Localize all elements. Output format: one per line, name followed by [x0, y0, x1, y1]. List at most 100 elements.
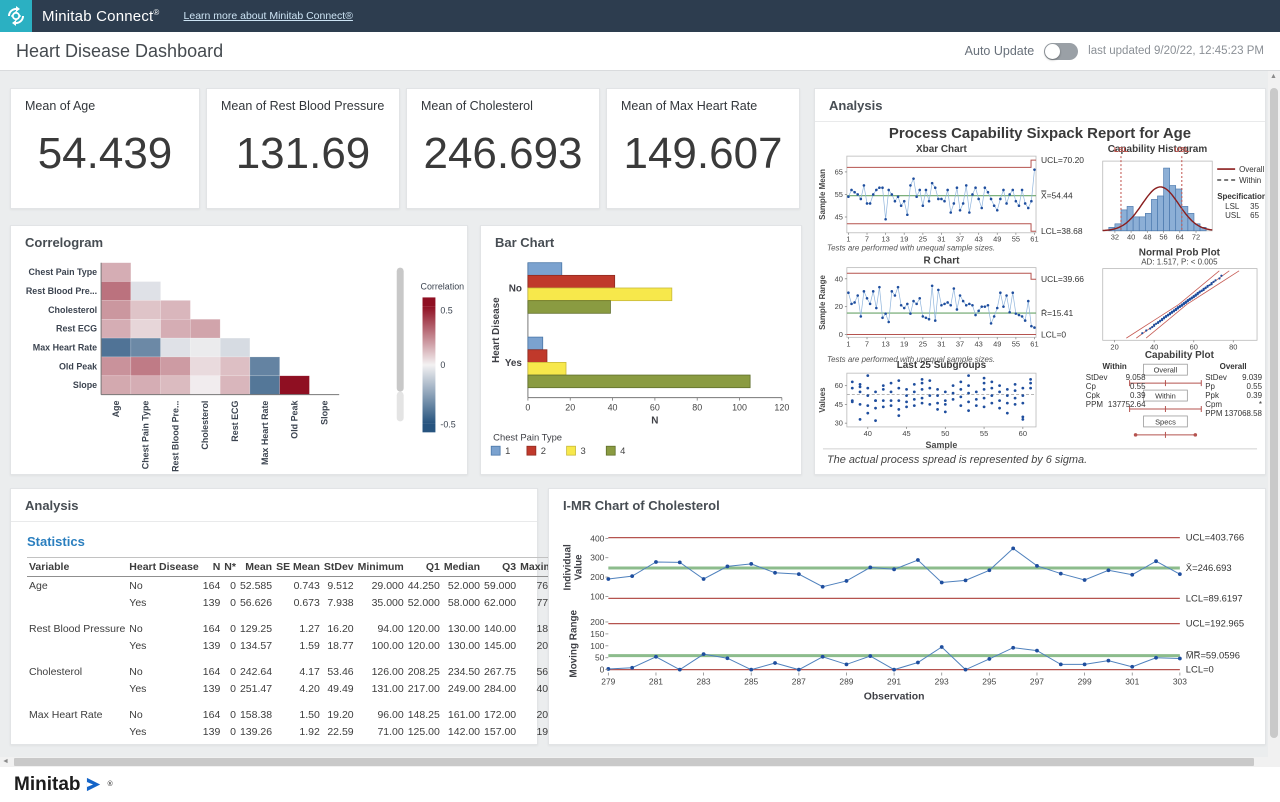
page: Minitab Connect® Learn more about Minita…: [0, 0, 1280, 802]
svg-text:Process Capability Sixpack Rep: Process Capability Sixpack Report for Ag…: [889, 125, 1191, 142]
bar-chart-panel: Bar Chart NoYes020406080100120NHeart Dis…: [480, 225, 802, 475]
learn-more-link[interactable]: Learn more about Minitab Connect®: [184, 10, 353, 22]
svg-text:Rest ECG: Rest ECG: [56, 324, 97, 334]
table-cell: 4.17: [274, 663, 322, 680]
svg-text:UCL=403.766: UCL=403.766: [1186, 532, 1244, 543]
table-cell: 242.64: [238, 663, 274, 680]
svg-text:0.5: 0.5: [440, 305, 452, 315]
svg-text:LSL: LSL: [1114, 145, 1129, 154]
table-cell: 131.00: [356, 680, 406, 697]
table-cell: 267.75: [482, 663, 518, 680]
table-cell: 0: [222, 620, 238, 637]
column-header: N*: [222, 558, 238, 577]
table-cell: 145.00: [482, 637, 518, 654]
column-header: Q1: [406, 558, 442, 577]
auto-update-toggle[interactable]: [1044, 43, 1078, 60]
svg-text:UCL=39.66: UCL=39.66: [1041, 274, 1084, 284]
svg-text:R̄=15.41: R̄=15.41: [1041, 308, 1073, 318]
svg-text:50: 50: [941, 429, 949, 438]
svg-text:64: 64: [1176, 233, 1184, 242]
footer-brand-mark: ®: [108, 781, 113, 788]
svg-text:299: 299: [1078, 676, 1092, 686]
imr-chart-panel: I-MR Chart of Cholesterol 100200300400UC…: [548, 488, 1266, 745]
dashboard-header: Heart Disease Dashboard Auto Update last…: [0, 32, 1280, 71]
table-row: Max Heart RateNo1640158.381.5019.2096.00…: [27, 706, 571, 723]
svg-text:43: 43: [975, 235, 983, 244]
svg-text:300: 300: [590, 553, 604, 563]
svg-text:45: 45: [835, 212, 843, 221]
table-cell: 142.00: [442, 723, 482, 740]
column-header: Minimum: [356, 558, 406, 577]
sixpack-chart: Process Capability Sixpack Report for Ag…: [815, 119, 1265, 475]
svg-text:Old Peak: Old Peak: [290, 401, 300, 439]
table-cell: 22.59: [322, 723, 356, 740]
svg-text:LCL=0: LCL=0: [1041, 330, 1066, 340]
svg-text:55: 55: [1012, 235, 1020, 244]
scroll-up-arrow-icon[interactable]: ▲: [1270, 73, 1277, 80]
table-cell: [27, 723, 127, 740]
kpi-label: Mean of Max Heart Rate: [607, 89, 799, 113]
svg-text:Cpm: Cpm: [1205, 400, 1222, 409]
table-header-row: VariableHeart DiseaseNN*MeanSE MeanStDev…: [27, 558, 571, 577]
svg-text:0.55: 0.55: [1130, 382, 1146, 391]
table-cell: [27, 594, 127, 611]
svg-text:137752.64: 137752.64: [1108, 400, 1146, 409]
table-cell: 158.38: [238, 706, 274, 723]
kpi-card-rest-blood-pressure: Mean of Rest Blood Pressure 131.69: [206, 88, 400, 209]
svg-text:30: 30: [835, 419, 843, 428]
svg-text:PPM: PPM: [1205, 409, 1222, 418]
auto-update-label: Auto Update: [965, 44, 1035, 58]
footer-brand-text: Minitab: [14, 774, 81, 796]
horizontal-scrollbar-thumb[interactable]: [14, 758, 1254, 766]
svg-text:19: 19: [900, 339, 908, 348]
svg-text:X̄=246.693: X̄=246.693: [1186, 562, 1232, 573]
table-cell: 52.585: [238, 577, 274, 595]
last-updated-text: last updated 9/20/22, 12:45:23 PM: [1088, 45, 1264, 57]
svg-text:279: 279: [601, 676, 615, 686]
svg-text:19: 19: [900, 235, 908, 244]
kpi-label: Mean of Cholesterol: [407, 89, 599, 113]
table-cell: 7.938: [322, 594, 356, 611]
table-cell: Max Heart Rate: [27, 706, 127, 723]
table-spacer-row: [27, 697, 571, 706]
svg-text:0: 0: [600, 665, 605, 675]
svg-text:X̿=54.44: X̿=54.44: [1041, 190, 1073, 201]
svg-text:Max Heart Rate: Max Heart Rate: [33, 342, 97, 352]
svg-text:M̅R̅=59.0596: M̅R̅=59.0596: [1186, 650, 1240, 661]
table-cell: Yes: [127, 637, 200, 654]
table-cell: 62.000: [482, 594, 518, 611]
table-row: Yes1390251.474.2049.49131.00217.00249.00…: [27, 680, 571, 697]
minitab-chevron-icon: [86, 776, 103, 793]
svg-text:Rest ECG: Rest ECG: [230, 401, 240, 442]
svg-text:40: 40: [864, 429, 872, 438]
svg-text:61: 61: [1030, 339, 1038, 348]
svg-text:285: 285: [744, 676, 758, 686]
horizontal-scrollbar[interactable]: ◄: [0, 757, 1280, 767]
svg-text:45: 45: [902, 429, 910, 438]
table-cell: 125.00: [406, 723, 442, 740]
vertical-scrollbar[interactable]: ▲: [1268, 71, 1280, 757]
svg-text:37: 37: [956, 339, 964, 348]
table-cell: No: [127, 577, 200, 595]
scroll-left-arrow-icon[interactable]: ◄: [2, 757, 9, 767]
svg-text:80: 80: [692, 403, 702, 413]
panel-title: I-MR Chart of Cholesterol: [549, 489, 1265, 513]
vertical-scrollbar-thumb[interactable]: [1270, 88, 1278, 738]
table-cell: Cholesterol: [27, 663, 127, 680]
minitab-footer-logo: Minitab ®: [14, 774, 113, 796]
svg-text:Specifications: Specifications: [1217, 192, 1265, 201]
svg-text:295: 295: [982, 676, 996, 686]
kpi-card-cholesterol: Mean of Cholesterol 246.693: [406, 88, 600, 209]
svg-text:25: 25: [919, 339, 927, 348]
table-cell: [27, 637, 127, 654]
svg-text:48: 48: [1143, 233, 1151, 242]
table-cell: 164: [201, 663, 223, 680]
svg-text:Sample Mean: Sample Mean: [818, 169, 827, 220]
table-cell: 94.00: [356, 620, 406, 637]
svg-text:56: 56: [1159, 233, 1167, 242]
svg-text:287: 287: [792, 676, 806, 686]
analysis-statistics-panel: Analysis Statistics VariableHeart Diseas…: [10, 488, 538, 745]
svg-text:Values: Values: [818, 387, 827, 413]
svg-text:Value: Value: [574, 554, 585, 580]
svg-text:55: 55: [1012, 339, 1020, 348]
